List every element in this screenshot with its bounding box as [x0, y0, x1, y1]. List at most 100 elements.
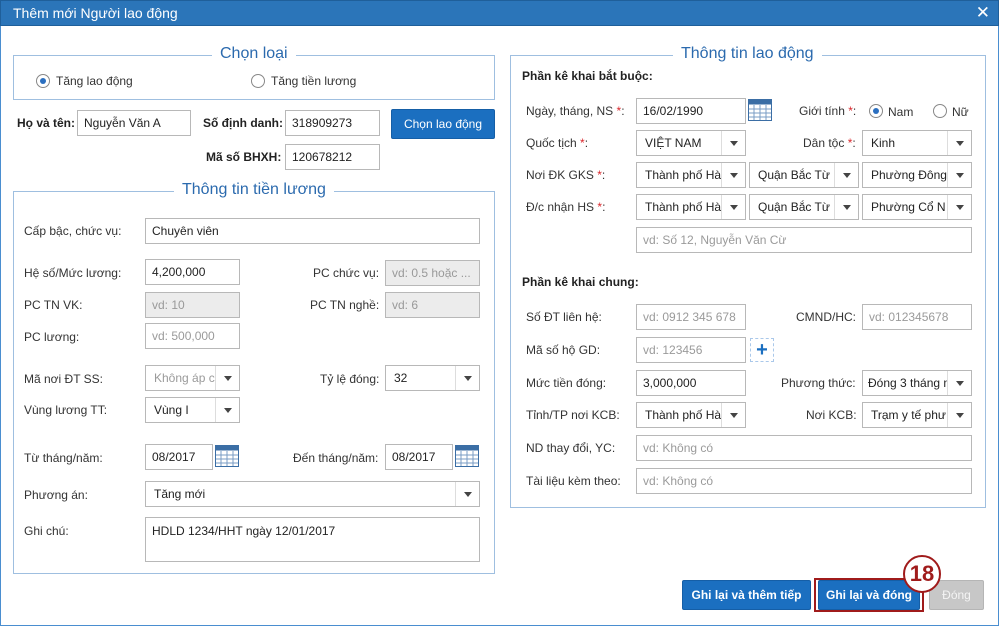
- dialog-title-bar: Thêm mới Người lao động ✕: [0, 0, 999, 26]
- tu-thang-input[interactable]: 08/2017: [145, 444, 213, 470]
- ma-noi-select[interactable]: Không áp c: [145, 365, 240, 391]
- radio-nu[interactable]: [933, 104, 947, 118]
- ma-bhxh-input[interactable]: 120678212: [285, 144, 380, 170]
- calendar-icon[interactable]: [748, 99, 772, 121]
- calendar-icon[interactable]: [215, 445, 239, 467]
- nd-thay-doi-input[interactable]: vd: Không có: [636, 435, 972, 461]
- quoc-tich-value: VIỆT NAM: [645, 136, 702, 150]
- vung-value: Vùng I: [154, 403, 189, 417]
- ghi-chu-textarea[interactable]: HDLD 1234/HHT ngày 12/01/2017: [145, 517, 480, 562]
- dan-toc-value: Kinh: [871, 136, 896, 150]
- chevron-down-icon: [947, 195, 971, 219]
- noi-dk-quan-select[interactable]: Quận Bắc Từ: [749, 162, 859, 188]
- radio-tang-lao-dong[interactable]: [36, 74, 50, 88]
- chung-title: Phần kê khai chung:: [522, 275, 639, 289]
- vung-label: Vùng lương TT:: [24, 403, 108, 417]
- tinh-kcb-label: Tỉnh/TP nơi KCB:: [526, 408, 620, 422]
- radio-nam-label: Nam: [888, 105, 914, 119]
- ty-le-label: Tỷ lệ đóng:: [320, 372, 380, 386]
- muc-tien-input[interactable]: 3,000,000: [636, 370, 746, 396]
- phuong-an-label: Phương án:: [24, 488, 88, 502]
- cap-bac-input[interactable]: Chuyên viên: [145, 218, 480, 244]
- dan-toc-label: Dân tộc *:: [803, 136, 856, 150]
- den-thang-input[interactable]: 08/2017: [385, 444, 453, 470]
- he-so-label: Hệ số/Mức lương:: [24, 266, 122, 280]
- noi-kcb-label: Nơi KCB:: [806, 408, 857, 422]
- noi-kcb-select[interactable]: Trạm y tế phư: [862, 402, 972, 428]
- noi-dk-quan-value: Quận Bắc Từ: [758, 168, 830, 182]
- dan-toc-select[interactable]: Kinh: [862, 130, 972, 156]
- chevron-down-icon: [947, 403, 971, 427]
- dc-nhan-label: Đ/c nhận HS *:: [526, 200, 606, 214]
- dc-nhan-quan-select[interactable]: Quận Bắc Từ: [749, 194, 859, 220]
- pc-tn-vk-label: PC TN VK:: [24, 298, 83, 312]
- cmnd-input[interactable]: vd: 012345678: [862, 304, 972, 330]
- noi-dk-tinh-select[interactable]: Thành phố Hà: [636, 162, 746, 188]
- chevron-down-icon: [455, 366, 479, 390]
- ho-ten-label: Họ và tên:: [17, 116, 76, 130]
- noi-dk-label: Nơi ĐK GKS *:: [526, 168, 606, 182]
- bat-buoc-title: Phần kê khai bắt buộc:: [522, 69, 653, 83]
- chevron-down-icon: [947, 371, 971, 395]
- radio-tang-tien-luong[interactable]: [251, 74, 265, 88]
- close-icon[interactable]: ✕: [976, 4, 990, 22]
- tien-luong-legend: Thông tin tiền lương: [174, 181, 334, 199]
- ma-noi-value: Không áp c: [154, 371, 215, 385]
- tai-lieu-input[interactable]: vd: Không có: [636, 468, 972, 494]
- muc-tien-label: Mức tiền đóng:: [526, 376, 607, 390]
- calendar-icon[interactable]: [455, 445, 479, 467]
- chevron-down-icon: [721, 131, 745, 155]
- ma-ho-input[interactable]: vd: 123456: [636, 337, 746, 363]
- pc-chuc-vu-label: PC chức vụ:: [313, 266, 380, 280]
- noi-kcb-value: Trạm y tế phư: [871, 408, 946, 422]
- tu-thang-label: Từ tháng/năm:: [24, 451, 103, 465]
- phuong-an-value: Tăng mới: [154, 487, 206, 501]
- chevron-down-icon: [215, 366, 239, 390]
- pc-luong-label: PC lương:: [24, 330, 80, 344]
- noi-dk-phuong-value: Phường Đông: [871, 168, 947, 182]
- chevron-down-icon: [215, 398, 239, 422]
- tinh-kcb-select[interactable]: Thành phố Hà: [636, 402, 746, 428]
- ngay-sinh-input[interactable]: 16/02/1990: [636, 98, 746, 124]
- sdt-input[interactable]: vd: 0912 345 678: [636, 304, 746, 330]
- so-dinh-danh-label: Số định danh:: [203, 116, 283, 130]
- phuong-an-select[interactable]: Tăng mới: [145, 481, 480, 507]
- noi-dk-phuong-select[interactable]: Phường Đông: [862, 162, 972, 188]
- add-icon[interactable]: +: [750, 338, 774, 362]
- ma-ho-label: Mã số hộ GD:: [526, 343, 601, 357]
- quoc-tich-select[interactable]: VIỆT NAM: [636, 130, 746, 156]
- ty-le-select[interactable]: 32: [385, 365, 480, 391]
- nd-thay-doi-label: ND thay đổi, YC:: [526, 441, 616, 455]
- dialog-title: Thêm mới Người lao động: [13, 5, 178, 21]
- radio-nam[interactable]: [869, 104, 883, 118]
- den-thang-label: Đến tháng/năm:: [293, 451, 379, 465]
- he-so-input[interactable]: 4,200,000: [145, 259, 240, 285]
- chevron-down-icon: [947, 131, 971, 155]
- quoc-tich-label: Quốc tịch *:: [526, 136, 589, 150]
- dc-nhan-tinh-select[interactable]: Thành phố Hà: [636, 194, 746, 220]
- dc-nhan-tinh-value: Thành phố Hà: [645, 200, 721, 214]
- chon-lao-dong-button[interactable]: Chọn lao động: [391, 109, 495, 139]
- vung-select[interactable]: Vùng I: [145, 397, 240, 423]
- dc-nhan-phuong-select[interactable]: Phường Cổ N: [862, 194, 972, 220]
- pc-chuc-vu-input[interactable]: vd: 0.5 hoặc ...: [385, 260, 480, 286]
- phuong-thuc-select[interactable]: Đóng 3 tháng m: [862, 370, 972, 396]
- tai-lieu-label: Tài liệu kèm theo:: [526, 474, 621, 488]
- pc-tn-vk-input[interactable]: vd: 10: [145, 292, 240, 318]
- save-continue-button[interactable]: Ghi lại và thêm tiếp: [682, 580, 811, 610]
- dc-nhan-phuong-value: Phường Cổ N: [871, 200, 946, 214]
- chevron-down-icon: [721, 195, 745, 219]
- dia-chi-input[interactable]: vd: Số 12, Nguyễn Văn Cừ: [636, 227, 972, 253]
- save-close-button[interactable]: Ghi lại và đóng: [818, 580, 920, 610]
- radio-tang-lao-dong-label: Tăng lao động: [56, 74, 133, 88]
- pc-luong-input[interactable]: vd: 500,000: [145, 323, 240, 349]
- lao-dong-legend: Thông tin lao động: [673, 45, 822, 63]
- ngay-sinh-label: Ngày, tháng, NS *:: [526, 104, 625, 118]
- noi-dk-tinh-value: Thành phố Hà: [645, 168, 721, 182]
- ho-ten-input[interactable]: Nguyễn Văn A: [77, 110, 191, 136]
- pc-tn-nghe-input[interactable]: vd: 6: [385, 292, 480, 318]
- chevron-down-icon: [721, 163, 745, 187]
- so-dinh-danh-input[interactable]: 318909273: [285, 110, 380, 136]
- pc-tn-nghe-label: PC TN nghề:: [310, 298, 380, 312]
- dc-nhan-quan-value: Quận Bắc Từ: [758, 200, 830, 214]
